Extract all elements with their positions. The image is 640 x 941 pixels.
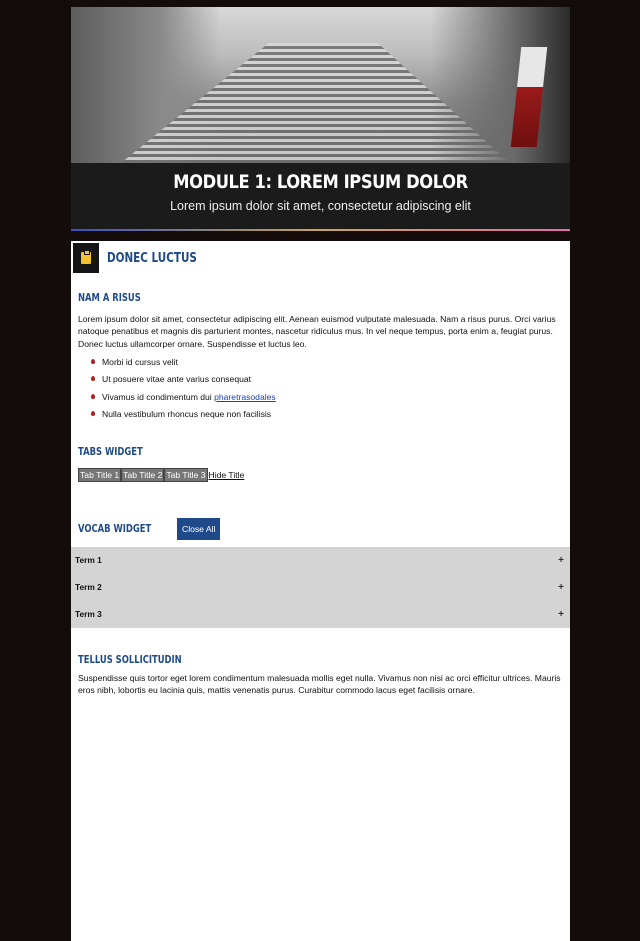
module-container: Module 1: Lorem ipsum dolor Lorem ipsum … bbox=[71, 7, 570, 941]
block-paragraph: Lorem ipsum dolor sit amet, consectetur … bbox=[78, 314, 556, 349]
pharetrasodales-link[interactable]: pharetrasodales bbox=[214, 392, 276, 402]
tab-bar: Tab Title 1 Tab Title 2 Tab Title 3 Hide… bbox=[78, 467, 563, 482]
tabs-widget: Tabs Widget Tab Title 1 Tab Title 2 Tab … bbox=[71, 442, 570, 482]
vocab-accordion: Term 1 + Term 2 + Term 3 + bbox=[71, 546, 570, 628]
module-subtitle: Lorem ipsum dolor sit amet, consectetur … bbox=[170, 199, 471, 213]
bullet-icon bbox=[91, 358, 95, 364]
bullet-list: Morbi id cursus velit Ut posuere vitae a… bbox=[78, 354, 563, 424]
hero-image bbox=[71, 7, 570, 163]
tab-title-1[interactable]: Tab Title 1 bbox=[78, 467, 122, 482]
module-title-bar: Module 1: Lorem ipsum dolor Lorem ipsum … bbox=[71, 163, 570, 229]
list-item: Morbi id cursus velit bbox=[91, 354, 563, 372]
module-title: Module 1: Lorem ipsum dolor bbox=[173, 171, 468, 193]
block-paragraph: Suspendisse quis tortor eget lorem condi… bbox=[78, 672, 561, 696]
plus-icon: + bbox=[558, 554, 564, 566]
block-heading: Tellus sollicitudin bbox=[78, 653, 182, 666]
close-all-button[interactable]: Close All bbox=[176, 517, 221, 540]
list-item: Nulla vestibulum rhoncus neque non facil… bbox=[91, 406, 563, 424]
list-item: Vivamus id condimentum dui pharetrasodal… bbox=[91, 389, 563, 407]
content-card: Donec luctus Nam a risus Lorem ipsum dol… bbox=[71, 241, 570, 941]
plus-icon: + bbox=[558, 581, 564, 593]
term-row[interactable]: Term 3 + bbox=[71, 601, 570, 628]
plus-icon: + bbox=[558, 608, 564, 620]
list-item: Ut posuere vitae ante varius consequat bbox=[91, 371, 563, 389]
bullet-icon bbox=[91, 411, 95, 417]
term-row[interactable]: Term 1 + bbox=[71, 547, 570, 574]
term-row[interactable]: Term 2 + bbox=[71, 574, 570, 601]
vocab-widget-heading: Vocab Widget bbox=[78, 522, 152, 535]
content-block: Nam a risus Lorem ipsum dolor sit amet, … bbox=[71, 288, 570, 424]
bullet-icon bbox=[91, 393, 95, 399]
clipboard-icon bbox=[73, 243, 99, 273]
tab-title-2[interactable]: Tab Title 2 bbox=[121, 467, 165, 482]
accent-divider bbox=[71, 229, 570, 231]
section-header: Donec luctus bbox=[71, 241, 570, 275]
vocab-widget: Vocab Widget Close All bbox=[71, 506, 570, 540]
bullet-icon bbox=[91, 376, 95, 382]
content-block: Tellus sollicitudin Suspendisse quis tor… bbox=[71, 650, 570, 697]
tabs-widget-heading: Tabs Widget bbox=[78, 445, 143, 458]
hide-title-button[interactable]: Hide Title bbox=[208, 470, 246, 480]
block-heading: Nam a risus bbox=[78, 292, 141, 304]
tab-title-3[interactable]: Tab Title 3 bbox=[164, 467, 208, 482]
section-title: Donec luctus bbox=[107, 250, 197, 266]
